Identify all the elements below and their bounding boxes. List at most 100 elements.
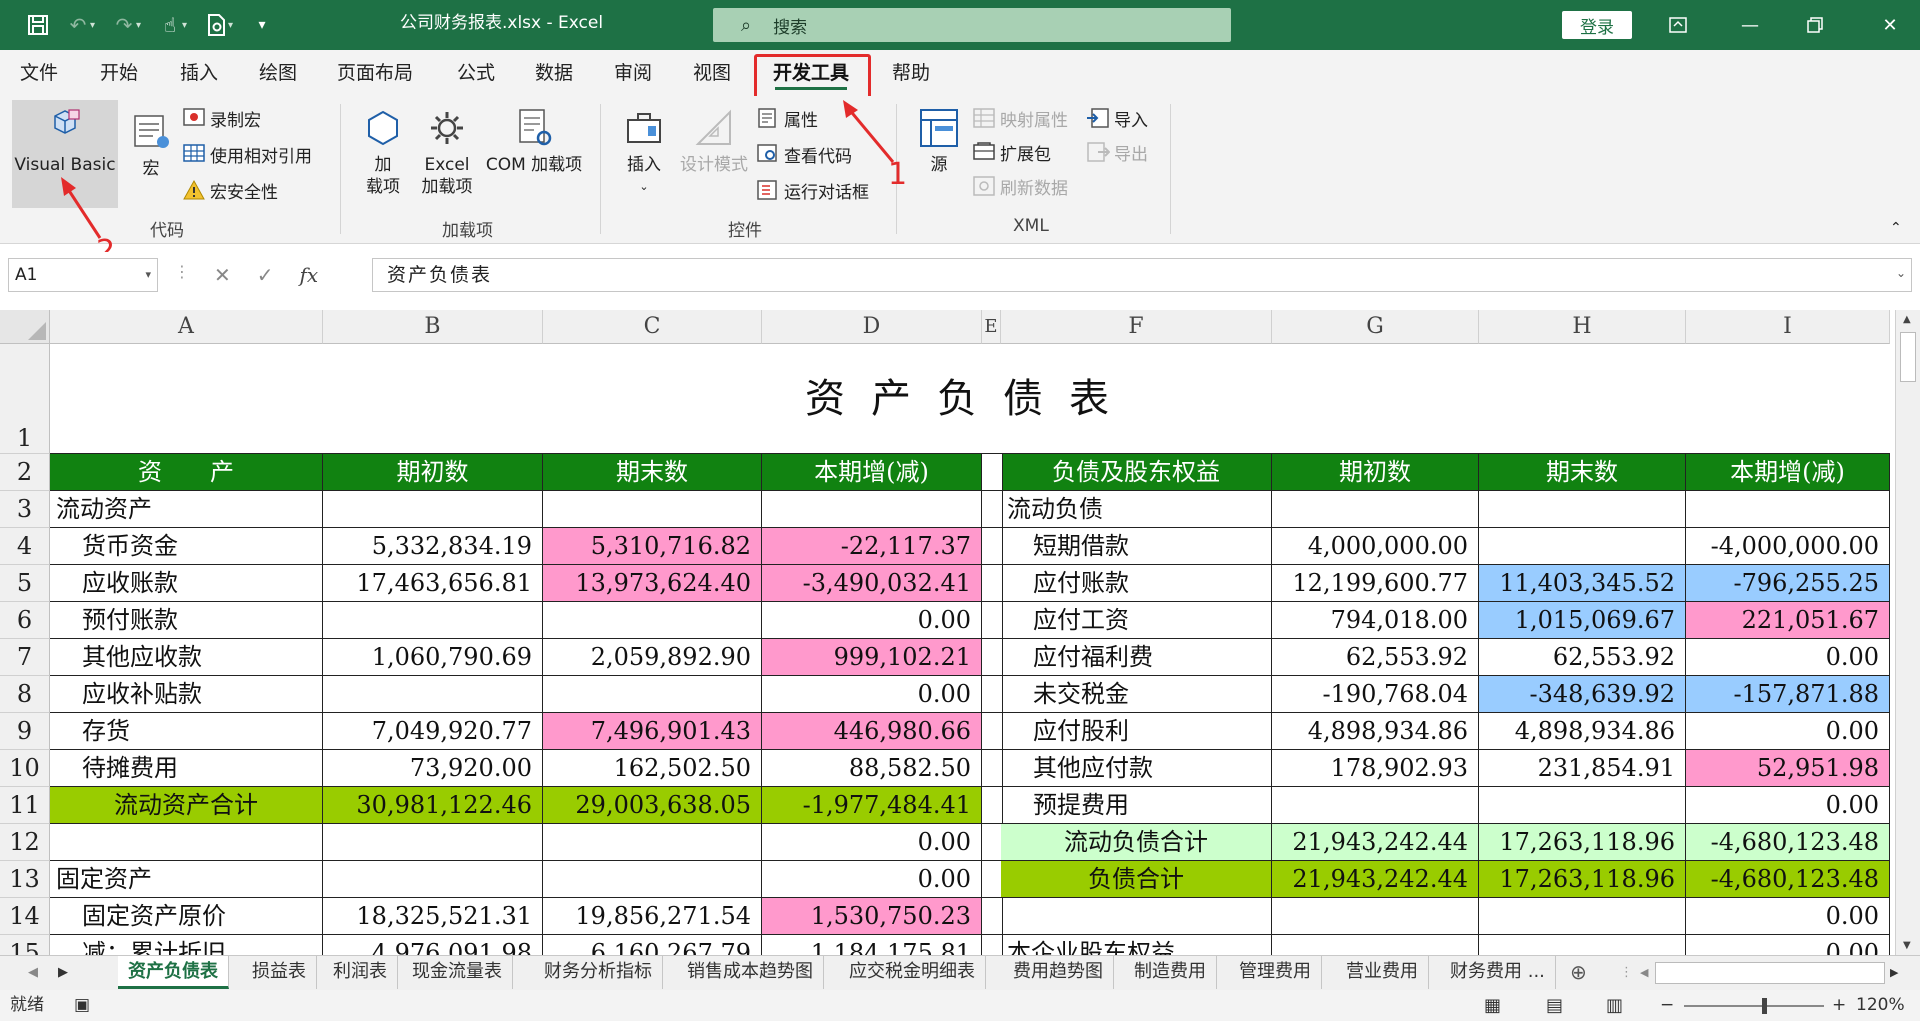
- row-header-15[interactable]: 15: [0, 935, 50, 955]
- cell-i15[interactable]: 0.00: [1686, 935, 1890, 955]
- cell-g14[interactable]: [1272, 898, 1479, 935]
- accessibility-icon[interactable]: ▣: [74, 990, 90, 1021]
- cell-e11[interactable]: [982, 787, 1003, 824]
- col-header-c[interactable]: C: [543, 310, 762, 344]
- scroll-down-icon[interactable]: ▼: [1903, 940, 1911, 951]
- sheet-tab-11[interactable]: 营业费用: [1336, 956, 1429, 989]
- cell-d12[interactable]: 0.00: [762, 824, 982, 861]
- name-box[interactable]: A1 ▾: [8, 258, 158, 292]
- row-header-9[interactable]: 9: [0, 713, 50, 750]
- cell-a15[interactable]: 减：累计折旧: [50, 935, 323, 955]
- cell-e15[interactable]: [982, 935, 1003, 955]
- zoom-slider-thumb[interactable]: [1762, 998, 1767, 1014]
- cell-a6[interactable]: 预付账款: [50, 602, 323, 639]
- cell-d14[interactable]: 1,530,750.23: [762, 898, 982, 935]
- cell-a12[interactable]: [50, 824, 323, 861]
- cell-f3[interactable]: 流动负债: [1001, 491, 1272, 528]
- cell-g12[interactable]: 21,943,242.44: [1272, 824, 1479, 861]
- cell-c7[interactable]: 2,059,892.90: [543, 639, 762, 676]
- cell-d15[interactable]: 1,184,175.81: [762, 935, 982, 955]
- col-header-h[interactable]: H: [1479, 310, 1686, 344]
- cell-e7[interactable]: [982, 639, 1003, 676]
- cell-h9[interactable]: 4,898,934.86: [1479, 713, 1686, 750]
- cell-g8[interactable]: -190,768.04: [1272, 676, 1479, 713]
- header-cell-a[interactable]: 资 产: [50, 454, 323, 491]
- cell-b6[interactable]: [323, 602, 543, 639]
- cell-i12[interactable]: -4,680,123.48: [1686, 824, 1890, 861]
- sheet-tab-6[interactable]: 销售成本趋势图: [677, 956, 824, 989]
- col-header-e[interactable]: E: [982, 310, 1001, 344]
- cell-d3[interactable]: [762, 491, 982, 528]
- header-cell-g[interactable]: 期初数: [1272, 454, 1479, 491]
- cell-e9[interactable]: [982, 713, 1003, 750]
- scroll-thumb[interactable]: [1900, 332, 1916, 382]
- col-header-a[interactable]: A: [50, 310, 323, 344]
- sheet-tab-1[interactable]: 资产负债表: [118, 956, 229, 989]
- cell-d4[interactable]: -22,117.37: [762, 528, 982, 565]
- page-break-view-icon[interactable]: ▥: [1606, 990, 1623, 1021]
- cell-e12[interactable]: [982, 824, 1003, 861]
- cell-c4[interactable]: 5,310,716.82: [543, 528, 762, 565]
- cell-c10[interactable]: 162,502.50: [543, 750, 762, 787]
- cell-b8[interactable]: [323, 676, 543, 713]
- cell-b4[interactable]: 5,332,834.19: [323, 528, 543, 565]
- next-sheet-icon[interactable]: ▶: [58, 956, 68, 989]
- cell-h5[interactable]: 11,403,345.52: [1479, 565, 1686, 602]
- cell-a13[interactable]: 固定资产: [50, 861, 323, 898]
- cell-c14[interactable]: 19,856,271.54: [543, 898, 762, 935]
- tab-split-handle-icon[interactable]: ⋮: [1620, 956, 1633, 989]
- zoom-out-icon[interactable]: −: [1660, 990, 1674, 1021]
- expand-formula-bar-icon[interactable]: ⌄: [1896, 266, 1906, 280]
- cell-g5[interactable]: 12,199,600.77: [1272, 565, 1479, 602]
- cell-f4[interactable]: 短期借款: [1001, 528, 1272, 565]
- cell-c3[interactable]: [543, 491, 762, 528]
- row-header-3[interactable]: 3: [0, 491, 50, 528]
- prev-sheet-icon[interactable]: ◀: [28, 956, 38, 989]
- cell-c11[interactable]: 29,003,638.05: [543, 787, 762, 824]
- cancel-icon[interactable]: ✕: [214, 263, 231, 287]
- cell-a9[interactable]: 存货: [50, 713, 323, 750]
- sheet-tab-8[interactable]: 费用趋势图: [1003, 956, 1114, 989]
- row-header-12[interactable]: 12: [0, 824, 50, 861]
- cell-g7[interactable]: 62,553.92: [1272, 639, 1479, 676]
- cell-c9[interactable]: 7,496,901.43: [543, 713, 762, 750]
- zoom-in-icon[interactable]: +: [1832, 990, 1846, 1021]
- row-header-1[interactable]: 1: [0, 344, 50, 454]
- enter-icon[interactable]: ✓: [257, 263, 274, 287]
- cell-d10[interactable]: 88,582.50: [762, 750, 982, 787]
- cell-g3[interactable]: [1272, 491, 1479, 528]
- cell-e14[interactable]: [982, 898, 1003, 935]
- cell-b14[interactable]: 18,325,521.31: [323, 898, 543, 935]
- cell-e5[interactable]: [982, 565, 1003, 602]
- hscroll-right-icon[interactable]: ▶: [1890, 956, 1898, 989]
- cell-i5[interactable]: -796,255.25: [1686, 565, 1890, 602]
- zoom-level[interactable]: 120%: [1856, 990, 1905, 1021]
- row-header-10[interactable]: 10: [0, 750, 50, 787]
- sheet-tab-7[interactable]: 应交税金明细表: [839, 956, 986, 989]
- cell-e4[interactable]: [982, 528, 1003, 565]
- header-cell-d[interactable]: 本期增(减): [762, 454, 982, 491]
- cell-c5[interactable]: 13,973,624.40: [543, 565, 762, 602]
- cell-c15[interactable]: 6,160,267.79: [543, 935, 762, 955]
- cell-h15[interactable]: [1479, 935, 1686, 955]
- cell-b13[interactable]: [323, 861, 543, 898]
- row-header-13[interactable]: 13: [0, 861, 50, 898]
- cell-b15[interactable]: 4,976,091.98: [323, 935, 543, 955]
- cell-g15[interactable]: [1272, 935, 1479, 955]
- cell-b7[interactable]: 1,060,790.69: [323, 639, 543, 676]
- cell-b3[interactable]: [323, 491, 543, 528]
- cell-h12[interactable]: 17,263,118.96: [1479, 824, 1686, 861]
- col-header-i[interactable]: I: [1686, 310, 1890, 344]
- cell-f8[interactable]: 未交税金: [1001, 676, 1272, 713]
- cell-a8[interactable]: 应收补贴款: [50, 676, 323, 713]
- cell-h11[interactable]: [1479, 787, 1686, 824]
- cell-e3[interactable]: [982, 491, 1003, 528]
- cell-h7[interactable]: 62,553.92: [1479, 639, 1686, 676]
- cell-g6[interactable]: 794,018.00: [1272, 602, 1479, 639]
- name-box-dropdown-icon[interactable]: ▾: [145, 259, 151, 291]
- header-cell-h[interactable]: 期末数: [1479, 454, 1686, 491]
- spreadsheet-grid[interactable]: 资产负债表 ABCDEFGHI12资 产期初数 期末数 本期增(减) 负债及股东权益期…: [0, 310, 1895, 955]
- cell-h4[interactable]: [1479, 528, 1686, 565]
- cell-a3[interactable]: 流动资产: [50, 491, 323, 528]
- cell-f10[interactable]: 其他应付款: [1001, 750, 1272, 787]
